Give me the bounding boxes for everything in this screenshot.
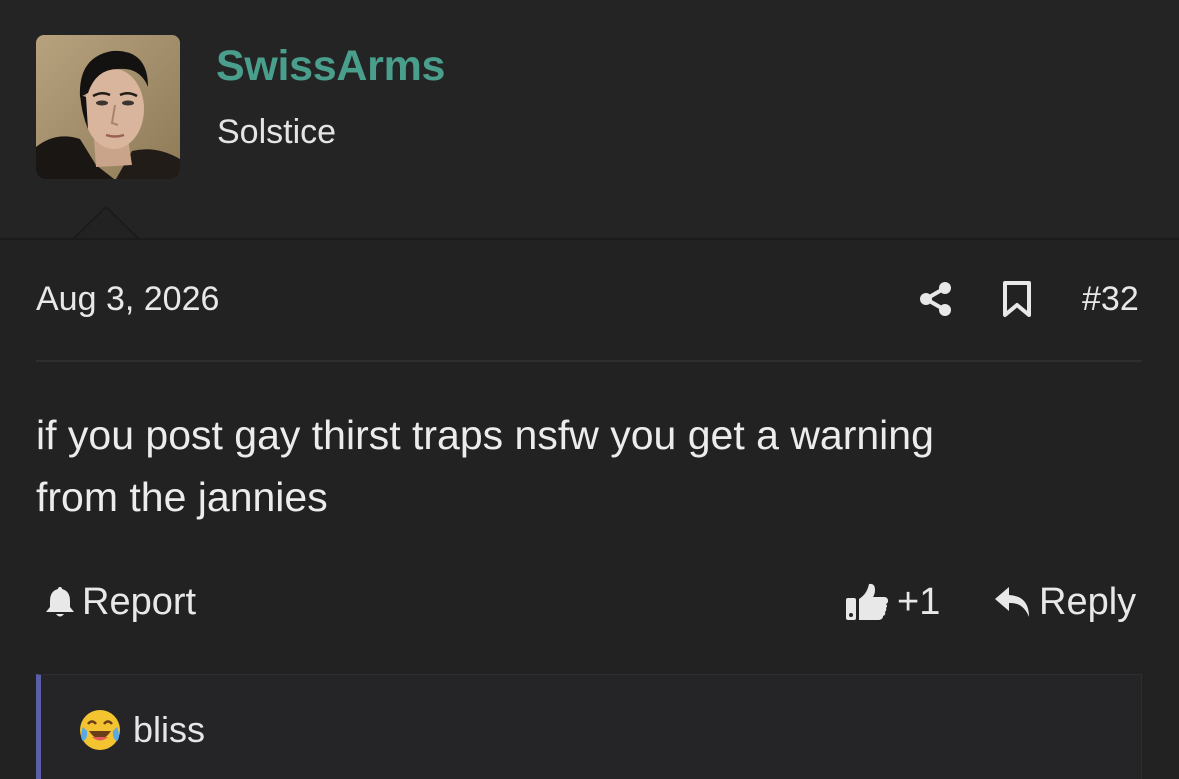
like-count: +1 (897, 580, 941, 623)
share-icon[interactable] (918, 281, 954, 317)
user-avatar[interactable] (36, 35, 180, 179)
post-author-header: SwissArms Solstice (0, 0, 1179, 238)
message-line: from the jannies (36, 474, 328, 520)
bookmark-icon[interactable] (1001, 280, 1033, 318)
post-number-link[interactable]: #32 (1082, 280, 1139, 319)
message-arrow (72, 205, 141, 241)
like-button[interactable]: +1 (845, 580, 940, 624)
reply-button[interactable]: Reply (993, 580, 1136, 624)
post-message: if you post gay thirst traps nsfw you ge… (36, 404, 1136, 528)
joy-emoji-icon (80, 710, 120, 750)
meta-divider (36, 360, 1142, 362)
thumbs-up-icon (846, 583, 888, 620)
message-line: if you post gay thirst traps nsfw you ge… (36, 412, 934, 458)
reply-arrow-icon (995, 587, 1029, 617)
username-link[interactable]: SwissArms (216, 42, 445, 91)
report-button[interactable]: Report (44, 580, 196, 624)
forum-post: SwissArms Solstice Aug 3, 2026 #32 if yo… (0, 0, 1179, 779)
reaction-label: bliss (133, 709, 206, 750)
bell-icon (46, 587, 74, 617)
reply-label: Reply (1039, 580, 1137, 623)
avatar-portrait (36, 35, 180, 179)
header-divider (0, 238, 1179, 240)
reaction-list-link[interactable]: bliss (77, 707, 205, 753)
report-label: Report (82, 580, 197, 623)
reactions-bar: bliss (36, 674, 1142, 779)
user-title: Solstice (217, 113, 337, 151)
post-date[interactable]: Aug 3, 2026 (36, 280, 219, 319)
